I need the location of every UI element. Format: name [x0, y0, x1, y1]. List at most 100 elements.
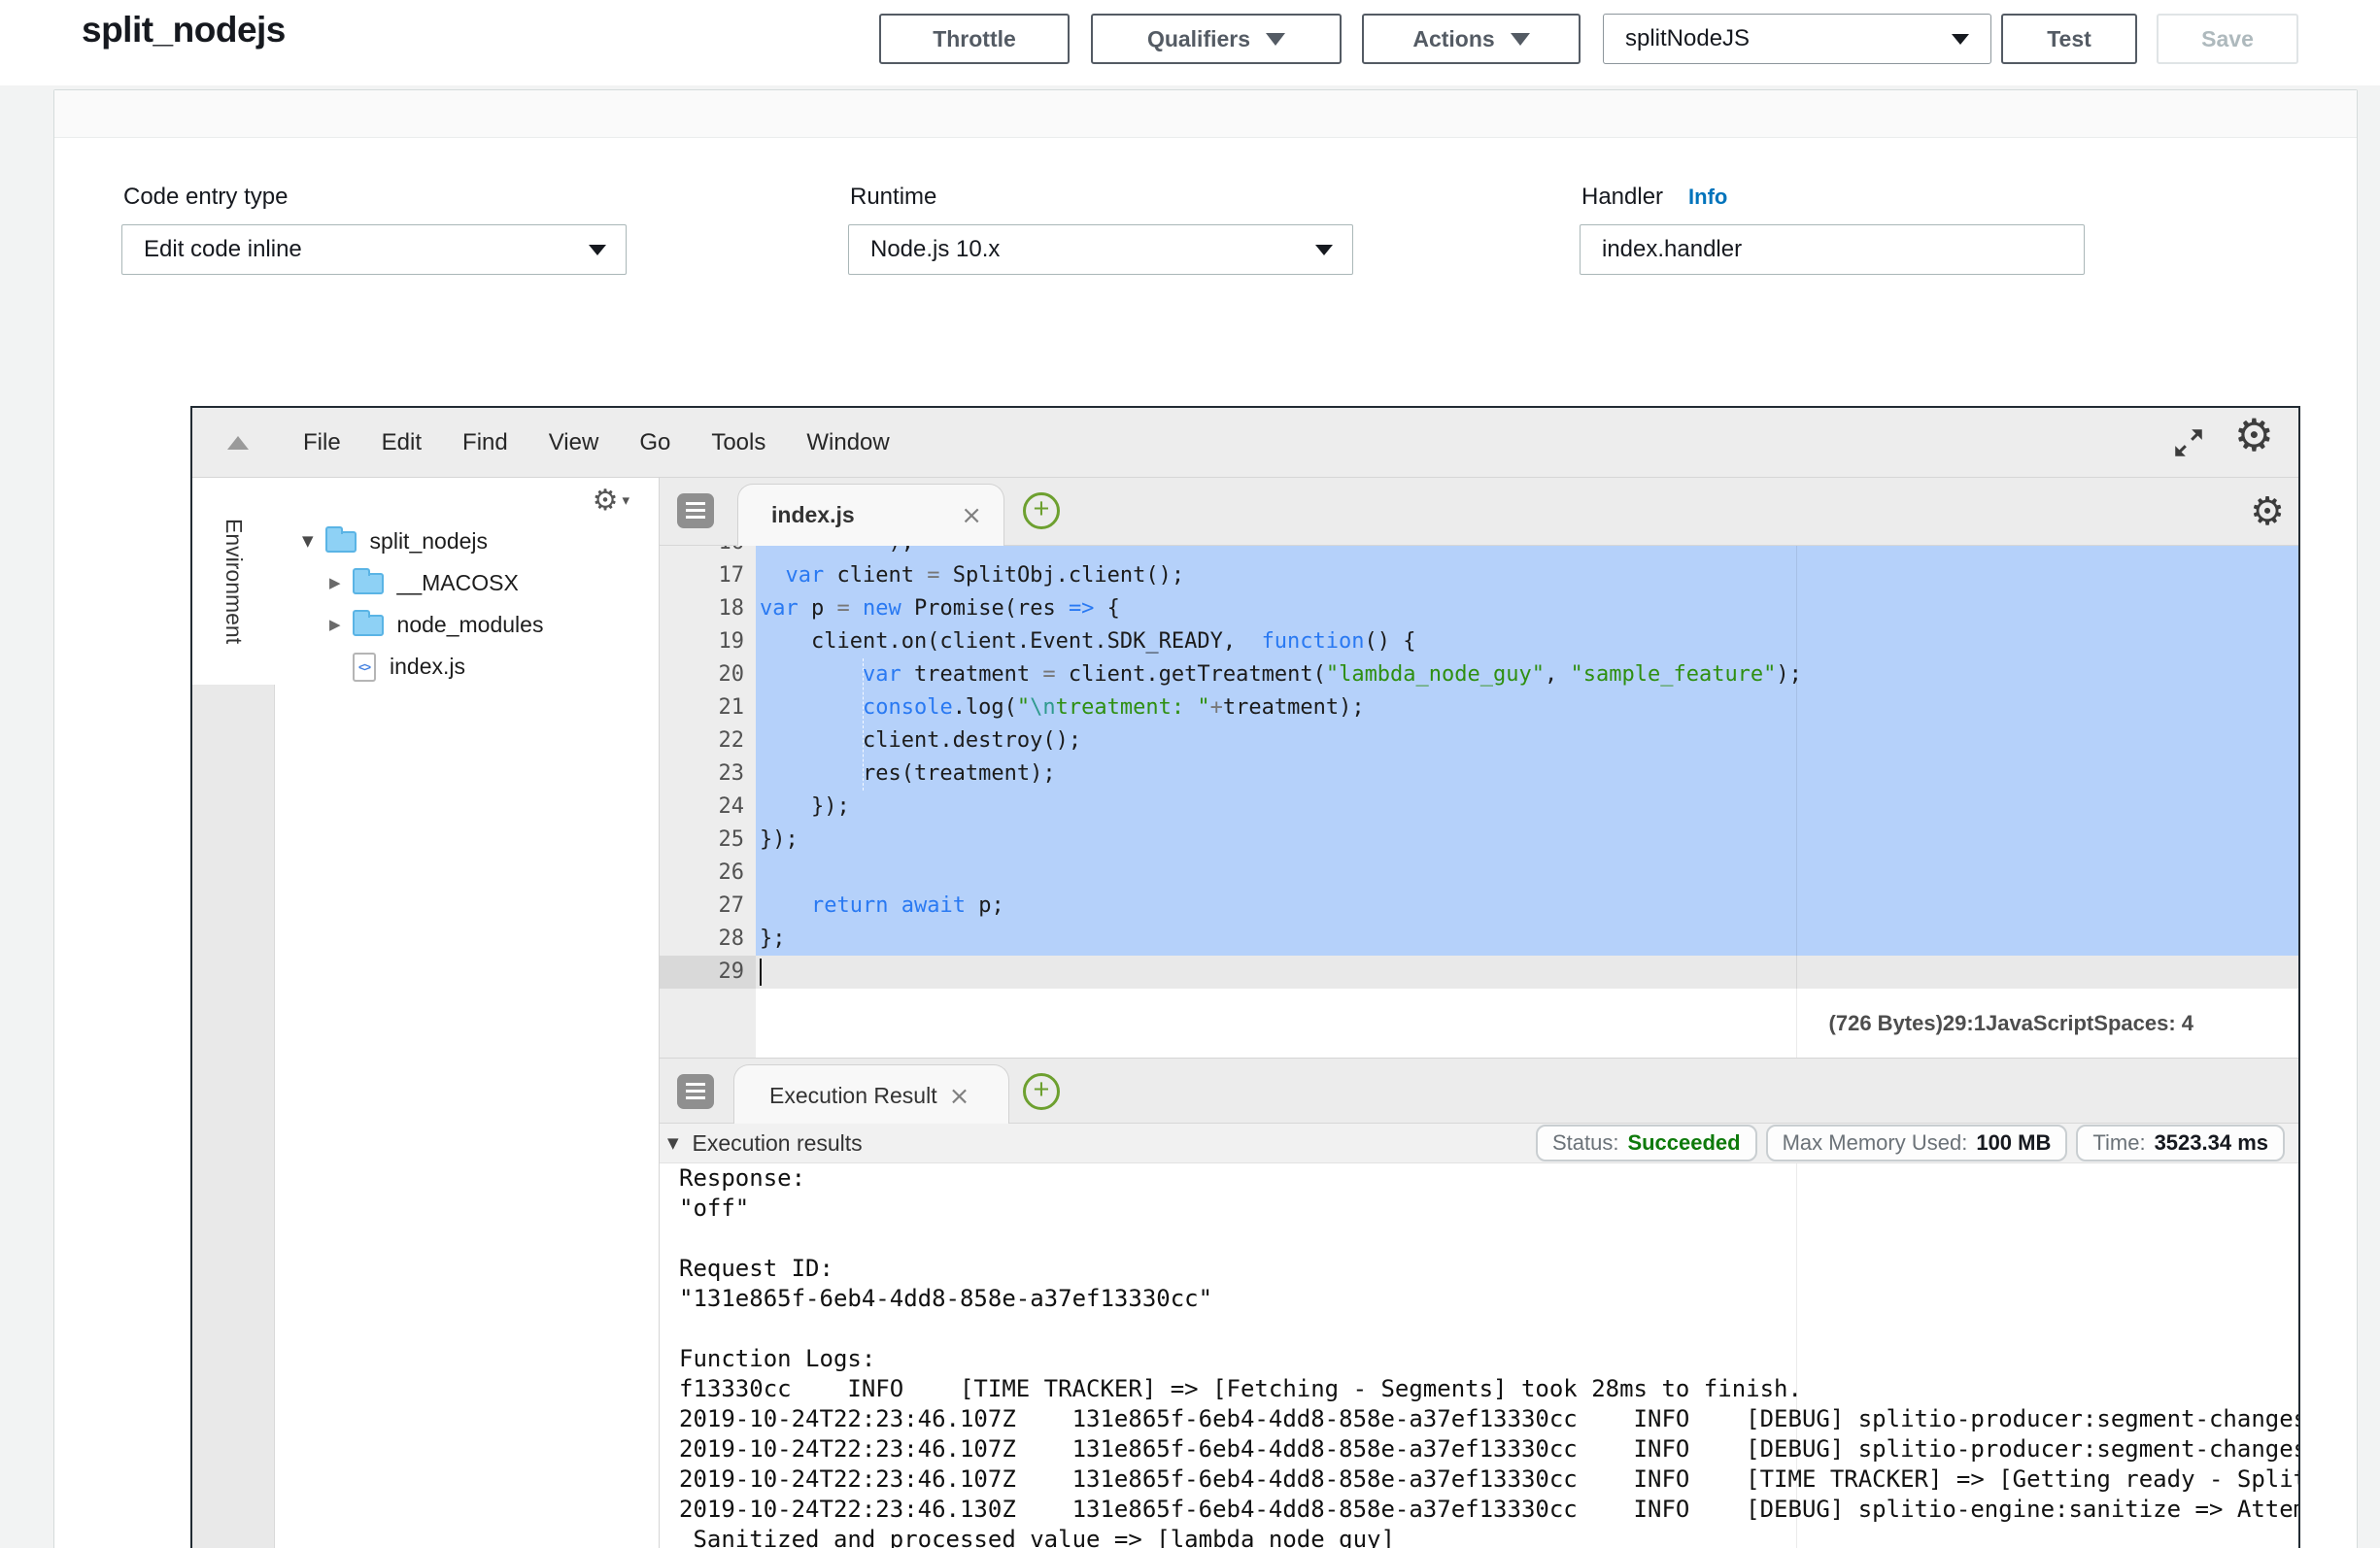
side-rail: Environment — [192, 478, 275, 1548]
code-editor-area[interactable]: 1617181920212223242526272829 "); var cli… — [660, 546, 2298, 1058]
fullscreen-icon[interactable] — [2171, 425, 2206, 460]
card-title-clipped: Function codeInfo — [137, 90, 433, 97]
tab-indexjs[interactable]: index.js — [737, 484, 1004, 546]
editor-settings-gear-icon[interactable] — [2234, 409, 2274, 461]
runtime-select[interactable]: Node.js 10.x — [848, 224, 1353, 275]
code-line: client.destroy(); — [760, 724, 1081, 757]
gutter-line-number[interactable]: 21 — [660, 691, 744, 724]
code-tabbar: index.js — [660, 478, 2298, 546]
menu-item[interactable]: Edit — [382, 429, 422, 455]
status-item[interactable]: (726 Bytes) — [1829, 1011, 1943, 1035]
handler-input[interactable]: index.handler — [1580, 224, 2085, 275]
file-tree: split_nodejs __MACOSX node_modules — [275, 478, 659, 1548]
gutter-line-number[interactable]: 22 — [660, 724, 744, 757]
gutter-line-number[interactable]: 17 — [660, 559, 744, 592]
test-event-select[interactable]: splitNodeJS — [1603, 14, 1991, 64]
gutter-line-number[interactable]: 19 — [660, 625, 744, 658]
menu-item[interactable]: Window — [806, 429, 889, 455]
card-header-clipped: Function codeInfo — [54, 90, 2357, 138]
menu-item[interactable]: View — [549, 429, 599, 455]
gutter-line-number[interactable]: 29 — [660, 956, 744, 989]
gutter-line-number[interactable]: 18 — [660, 592, 744, 625]
log-line: Sanitized and processed value => [lambda… — [660, 1525, 2298, 1548]
throttle-label: Throttle — [933, 26, 1016, 52]
close-icon[interactable] — [961, 501, 982, 530]
handler-info-link[interactable]: Info — [1688, 185, 1727, 209]
page-title: split_nodejs — [82, 10, 286, 50]
log-line: Function Logs: — [660, 1344, 2298, 1374]
throttle-button[interactable]: Throttle — [879, 14, 1070, 64]
statusbar-gear-icon[interactable] — [2250, 489, 2285, 534]
menu-item[interactable]: Find — [462, 429, 508, 455]
collapsed-arrow-icon[interactable] — [329, 616, 341, 634]
test-label: Test — [2047, 26, 2091, 52]
memory-badge: Max Memory Used: 100 MB — [1766, 1125, 2068, 1161]
gutter-line-number[interactable]: 23 — [660, 757, 744, 791]
collapse-menubar-icon[interactable] — [227, 436, 249, 450]
status-item[interactable]: JavaScript — [1986, 1011, 2093, 1035]
chevron-down-icon — [1266, 33, 1285, 46]
new-tab-plus-icon[interactable] — [1023, 1073, 1060, 1110]
code-line: var treatment = client.getTreatment("lam… — [760, 658, 1802, 691]
status-items: (726 Bytes)29:1JavaScriptSpaces: 4 — [1829, 1011, 2193, 1036]
status-item[interactable]: 29:1 — [1943, 1011, 1986, 1035]
code-entry-type-select[interactable]: Edit code inline — [121, 224, 627, 275]
test-button[interactable]: Test — [2001, 14, 2137, 64]
panel-list-icon[interactable] — [677, 493, 714, 528]
log-line: "131e865f-6eb4-4dd8-858e-a37ef13330cc" — [660, 1284, 2298, 1314]
qualifiers-button[interactable]: Qualifiers — [1091, 14, 1342, 64]
collapsed-arrow-icon[interactable] — [329, 574, 341, 592]
collapse-results-arrow-icon[interactable] — [667, 1134, 679, 1153]
save-button-disabled: Save — [2157, 14, 2298, 64]
environment-tab[interactable]: Environment — [192, 478, 275, 685]
new-tab-plus-icon[interactable] — [1023, 492, 1060, 529]
gutter-line-number[interactable]: 26 — [660, 857, 744, 890]
chevron-down-icon — [1315, 245, 1333, 255]
menu-item[interactable]: Tools — [711, 429, 765, 455]
editor-column: index.js 1617181920212223242526272829 ")… — [659, 478, 2298, 1548]
log-line: "off" — [660, 1194, 2298, 1224]
info-link[interactable]: Info — [382, 90, 433, 96]
chevron-down-icon — [589, 245, 606, 255]
code-line: }); — [760, 824, 799, 857]
actions-label: Actions — [1412, 26, 1494, 52]
time-badge: Time: 3523.34 ms — [2076, 1125, 2285, 1161]
gutter-line-number[interactable]: 16 — [660, 546, 744, 559]
code-line: var client = SplitObj.client(); — [760, 559, 1184, 592]
chevron-down-icon — [618, 491, 629, 510]
handler-label: HandlerInfo — [1581, 184, 1727, 211]
log-line: f13330cc INFO [TIME TRACKER] => [Fetchin… — [660, 1374, 2298, 1404]
gutter-line-number[interactable]: 27 — [660, 890, 744, 923]
tree-item-indexjs[interactable]: index.js — [275, 646, 659, 688]
gutter-line-number[interactable]: 20 — [660, 658, 744, 691]
tree-item-root[interactable]: split_nodejs — [275, 521, 659, 562]
menu-item[interactable]: Go — [639, 429, 670, 455]
expanded-arrow-icon[interactable] — [302, 532, 314, 551]
function-header: split_nodejs Throttle Qualifiers Actions… — [0, 0, 2380, 85]
gutter-line-number[interactable]: 24 — [660, 791, 744, 824]
log-line: Request ID: — [660, 1254, 2298, 1284]
tab-execution-result[interactable]: Execution Result — [733, 1064, 1009, 1127]
log-line — [660, 1224, 2298, 1254]
gutter-line-number[interactable]: 28 — [660, 923, 744, 956]
log-line: 2019-10-24T22:23:46.130Z 131e865f-6eb4-4… — [660, 1495, 2298, 1525]
code-line: }); — [760, 791, 850, 824]
code-line: "); — [760, 546, 914, 559]
runtime-label: Runtime — [850, 184, 936, 211]
tree-label: node_modules — [397, 612, 544, 638]
handler-value: index.handler — [1602, 236, 1742, 263]
tree-item-node-modules[interactable]: node_modules — [275, 604, 659, 646]
actions-button[interactable]: Actions — [1362, 14, 1581, 64]
status-item[interactable]: Spaces: 4 — [2093, 1011, 2193, 1035]
menu-item[interactable]: File — [303, 429, 341, 455]
close-icon[interactable] — [949, 1082, 970, 1111]
tree-item-macosx[interactable]: __MACOSX — [275, 562, 659, 604]
gutter-line-number[interactable]: 25 — [660, 824, 744, 857]
menu-items: File Edit Find View Go Tools Window — [262, 429, 890, 456]
tree-settings-gear[interactable] — [593, 484, 629, 518]
text-cursor — [760, 959, 762, 986]
execution-log-pane[interactable]: Response:"off"Request ID:"131e865f-6eb4-… — [660, 1163, 2298, 1548]
print-margin — [1796, 1163, 1797, 1548]
panel-list-icon[interactable] — [677, 1074, 714, 1109]
folder-icon — [353, 615, 384, 636]
